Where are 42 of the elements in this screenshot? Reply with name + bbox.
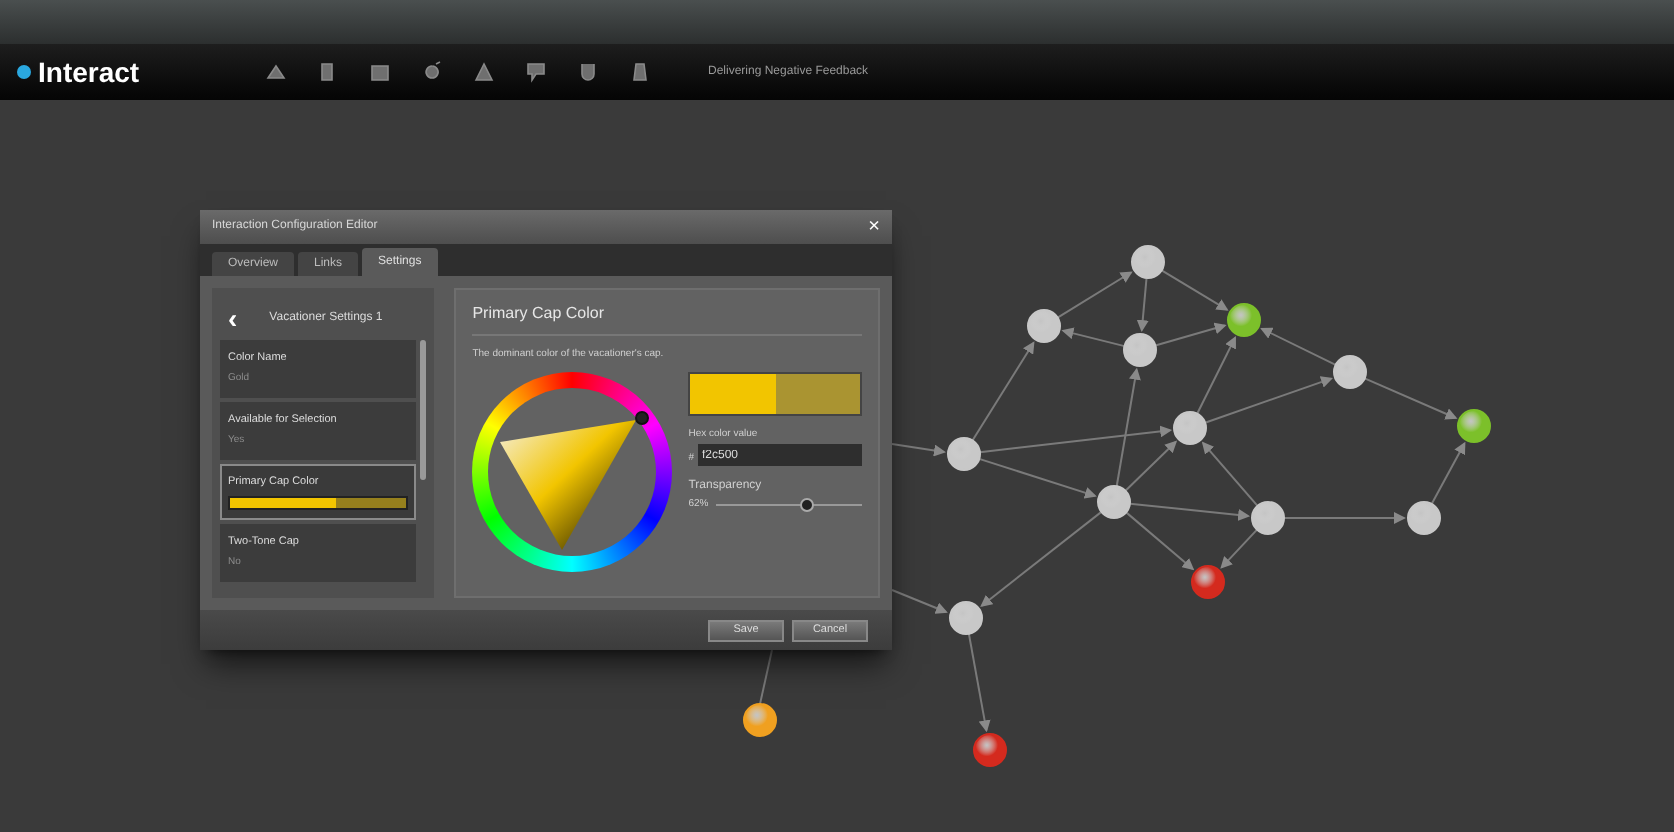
connector-arrow <box>1363 377 1458 420</box>
graph-node[interactable] <box>1457 409 1491 443</box>
graph-node[interactable] <box>1251 501 1285 535</box>
connector-arrow <box>1283 512 1406 524</box>
connector-arrow <box>980 510 1103 607</box>
connector-arrow <box>1220 528 1259 569</box>
graph-node[interactable] <box>973 733 1007 767</box>
graph-node[interactable] <box>1227 303 1261 337</box>
connector-arrow <box>1160 269 1229 311</box>
graph-node[interactable] <box>949 601 983 635</box>
app-logo: Interact <box>38 53 140 91</box>
connector-arrow <box>1136 276 1149 333</box>
connector-arrow <box>891 589 948 614</box>
graph-node[interactable] <box>1333 355 1367 389</box>
graph-node[interactable] <box>1131 245 1165 279</box>
toolbar-tool-icon[interactable] <box>368 60 392 84</box>
toolbar-tool-icon[interactable] <box>628 60 652 84</box>
toolbar-tool-icon[interactable] <box>576 60 600 84</box>
connector-arrow <box>1260 327 1337 366</box>
toolbar-tool-icon[interactable] <box>472 60 496 84</box>
connector-arrow <box>1056 271 1133 319</box>
graph-node[interactable] <box>1123 333 1157 367</box>
graph-node[interactable] <box>1407 501 1441 535</box>
graph-node[interactable] <box>947 437 981 471</box>
toolbar-tool-icon[interactable] <box>524 60 548 84</box>
scrollbar[interactable] <box>420 340 427 480</box>
connector-arrow <box>967 632 991 733</box>
graph-node[interactable] <box>743 703 777 737</box>
detail-heading: Primary Cap Color <box>472 302 862 336</box>
graph-node[interactable] <box>1097 485 1131 519</box>
logo-icon <box>16 64 32 80</box>
graph-node[interactable] <box>1191 565 1225 599</box>
connector-arrow <box>891 443 946 457</box>
toolbar-tool-icon[interactable] <box>420 60 444 84</box>
connector-arrow <box>978 457 1097 499</box>
graph-node[interactable] <box>1027 309 1061 343</box>
back-button[interactable]: ‹ <box>228 304 238 332</box>
close-button[interactable]: × <box>868 217 880 237</box>
graph-node[interactable] <box>1173 411 1207 445</box>
toolbar-tool-icon[interactable] <box>264 60 288 84</box>
connector-arrow <box>1430 441 1466 505</box>
connector-arrow <box>1061 327 1126 348</box>
